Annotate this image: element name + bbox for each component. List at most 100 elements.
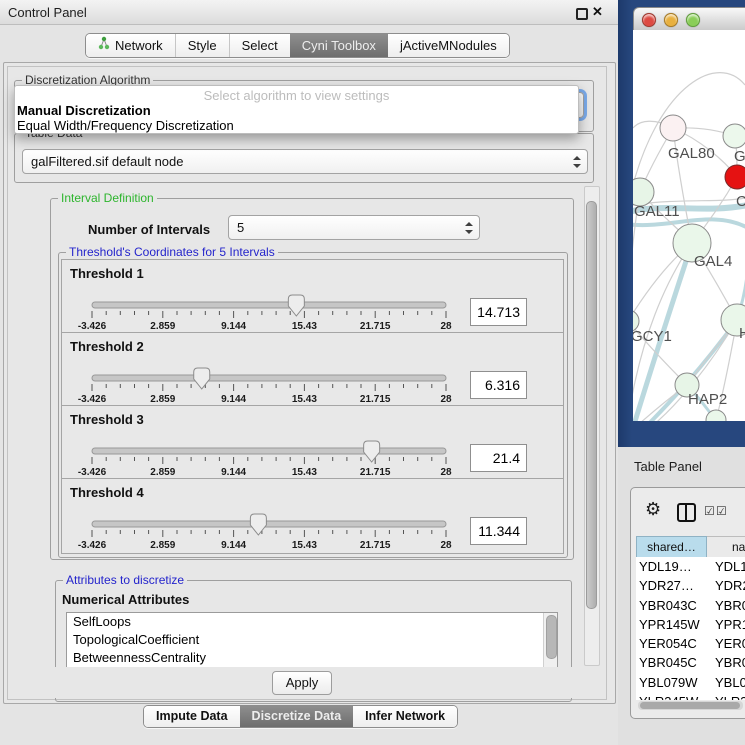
close-icon[interactable]: ✕: [592, 4, 603, 20]
svg-text:21.715: 21.715: [360, 467, 391, 478]
svg-text:-3.426: -3.426: [78, 467, 107, 478]
close-traffic-light[interactable]: [642, 13, 656, 27]
tab-select[interactable]: Select: [229, 34, 290, 57]
network-node-label: GCY1: [633, 328, 672, 345]
threshold-slider[interactable]: -3.4262.8599.14415.4321.71528: [86, 434, 454, 478]
tab-style[interactable]: Style: [175, 34, 229, 57]
table-scrollbar-thumb[interactable]: [640, 702, 740, 709]
svg-text:9.144: 9.144: [221, 540, 246, 551]
table-row[interactable]: YPR145WYPR1: [636, 615, 745, 634]
network-graph-icon: [98, 34, 110, 57]
checkbox-icon[interactable]: ☑: [704, 505, 715, 517]
control-panel: Control Panel ✕ Network Style Select Cyn…: [0, 0, 619, 745]
cell-shared-name: YDR27…: [636, 576, 710, 595]
svg-text:2.859: 2.859: [150, 321, 175, 332]
threshold-value-field[interactable]: 14.713: [470, 298, 527, 326]
threshold-panel: Threshold 1-3.4262.8599.14415.4321.71528…: [61, 259, 564, 335]
number-of-intervals-combobox[interactable]: 5: [228, 215, 480, 240]
table-horizontal-scrollbar[interactable]: [638, 701, 743, 710]
cell-shared-name: YBL079W: [636, 673, 710, 692]
main-scrollbar-thumb[interactable]: [586, 201, 597, 609]
threshold-slider[interactable]: -3.4262.8599.14415.4321.71528: [86, 288, 454, 332]
control-panel-titlebar: Control Panel ✕: [0, 0, 618, 25]
cell-shared-name: YDL19…: [636, 557, 710, 576]
table-row[interactable]: YBR043CYBR0: [636, 596, 745, 615]
tab-impute-data[interactable]: Impute Data: [144, 706, 240, 727]
attribute-items: SelfLoopsTopologicalCoefficientBetweenne…: [67, 613, 557, 667]
network-node[interactable]: [725, 165, 745, 189]
table-data-combobox[interactable]: galFiltered.sif default node: [22, 149, 588, 174]
network-node[interactable]: [633, 178, 654, 206]
svg-text:9.144: 9.144: [221, 321, 246, 332]
threshold-slider[interactable]: -3.4262.8599.14415.4321.71528: [86, 361, 454, 405]
network-view-canvas[interactable]: GAL80GACGAL11GAL4GCY1HHAP2: [633, 30, 745, 421]
cell-name: YPR1: [710, 615, 745, 634]
tab-infer-network-label: Infer Network: [365, 706, 445, 727]
tab-jactivemnodules[interactable]: jActiveMNodules: [388, 34, 509, 57]
network-node-label: GAL11: [634, 203, 680, 220]
tab-infer-network[interactable]: Infer Network: [353, 706, 457, 727]
tab-discretize-data[interactable]: Discretize Data: [240, 706, 354, 727]
attribute-list-item[interactable]: TopologicalCoefficient: [67, 631, 557, 649]
algorithm-option-equal-width[interactable]: Equal Width/Frequency Discretization: [15, 118, 578, 133]
attribute-list-item[interactable]: BetweennessCentrality: [67, 649, 557, 667]
main-vertical-scrollbar[interactable]: [584, 186, 600, 666]
network-node[interactable]: [660, 115, 686, 141]
attributes-scrollbar-thumb[interactable]: [546, 615, 557, 659]
float-window-icon[interactable]: [576, 8, 588, 20]
cell-shared-name: YPR145W: [636, 615, 710, 634]
table-rows[interactable]: YDL19…YDL1YDR27…YDR2YBR043CYBR0YPR145WYP…: [636, 557, 745, 700]
thresholds-container: Threshold 1-3.4262.8599.14415.4321.71528…: [61, 259, 564, 555]
svg-text:15.43: 15.43: [292, 467, 317, 478]
cell-name: YBR0: [710, 653, 745, 672]
minimize-traffic-light[interactable]: [664, 13, 678, 27]
bottom-tab-bar: Impute Data Discretize Data Infer Networ…: [143, 705, 458, 728]
tab-network[interactable]: Network: [86, 34, 175, 57]
interval-definition-title: Interval Definition: [58, 191, 157, 206]
tab-cyni-toolbox[interactable]: Cyni Toolbox: [290, 34, 388, 57]
table-row[interactable]: YDR27…YDR2: [636, 576, 745, 595]
attributes-group-title: Attributes to discretize: [63, 573, 187, 588]
algorithm-option-manual[interactable]: Manual Discretization: [15, 103, 578, 118]
thresholds-group-title: Threshold's Coordinates for 5 Intervals: [66, 245, 278, 260]
svg-text:9.144: 9.144: [221, 394, 246, 405]
svg-text:28: 28: [440, 540, 452, 551]
apply-button[interactable]: Apply: [272, 671, 332, 695]
svg-text:15.43: 15.43: [292, 394, 317, 405]
tab-impute-data-label: Impute Data: [156, 706, 228, 727]
attribute-list-item[interactable]: SelfLoops: [67, 613, 557, 631]
network-node-label: GA: [734, 148, 745, 165]
network-node[interactable]: [723, 124, 745, 148]
table-row[interactable]: YDL19…YDL1: [636, 557, 745, 576]
threshold-value-field[interactable]: 6.316: [470, 371, 527, 399]
svg-text:21.715: 21.715: [360, 540, 391, 551]
cell-name: YER0: [710, 634, 745, 653]
svg-text:21.715: 21.715: [360, 321, 391, 332]
column-header-name[interactable]: na: [707, 536, 745, 558]
number-of-intervals-label: Number of Intervals: [88, 222, 210, 237]
network-window-titlebar[interactable]: [633, 7, 745, 32]
table-row[interactable]: YLR345WYLR3: [636, 692, 745, 700]
table-row[interactable]: YBR045CYBR0: [636, 653, 745, 672]
table-row[interactable]: YER054CYER0: [636, 634, 745, 653]
checkbox-icon[interactable]: ☑: [716, 505, 727, 517]
threshold-panel: Threshold 2-3.4262.8599.14415.4321.71528…: [61, 332, 564, 408]
gear-icon[interactable]: ⚙: [645, 500, 661, 518]
table-row[interactable]: YBL079WYBL0: [636, 673, 745, 692]
cell-shared-name: YLR345W: [636, 692, 710, 700]
svg-text:-3.426: -3.426: [78, 394, 107, 405]
tab-jactivemnodules-label: jActiveMNodules: [400, 34, 497, 57]
column-header-shared-name[interactable]: shared…: [636, 536, 707, 558]
zoom-traffic-light[interactable]: [686, 13, 700, 27]
cell-name: YLR3: [710, 692, 745, 700]
threshold-value-field[interactable]: 11.344: [470, 517, 527, 545]
svg-text:-3.426: -3.426: [78, 321, 107, 332]
columns-icon[interactable]: [677, 503, 696, 522]
numerical-attributes-label: Numerical Attributes: [62, 592, 189, 607]
cell-shared-name: YBR045C: [636, 653, 710, 672]
network-node-label: GAL4: [694, 253, 732, 270]
threshold-label: Threshold 4: [70, 485, 144, 500]
svg-text:28: 28: [440, 321, 452, 332]
threshold-value-field[interactable]: 21.4: [470, 444, 527, 472]
threshold-slider[interactable]: -3.4262.8599.14415.4321.71528: [86, 507, 454, 551]
